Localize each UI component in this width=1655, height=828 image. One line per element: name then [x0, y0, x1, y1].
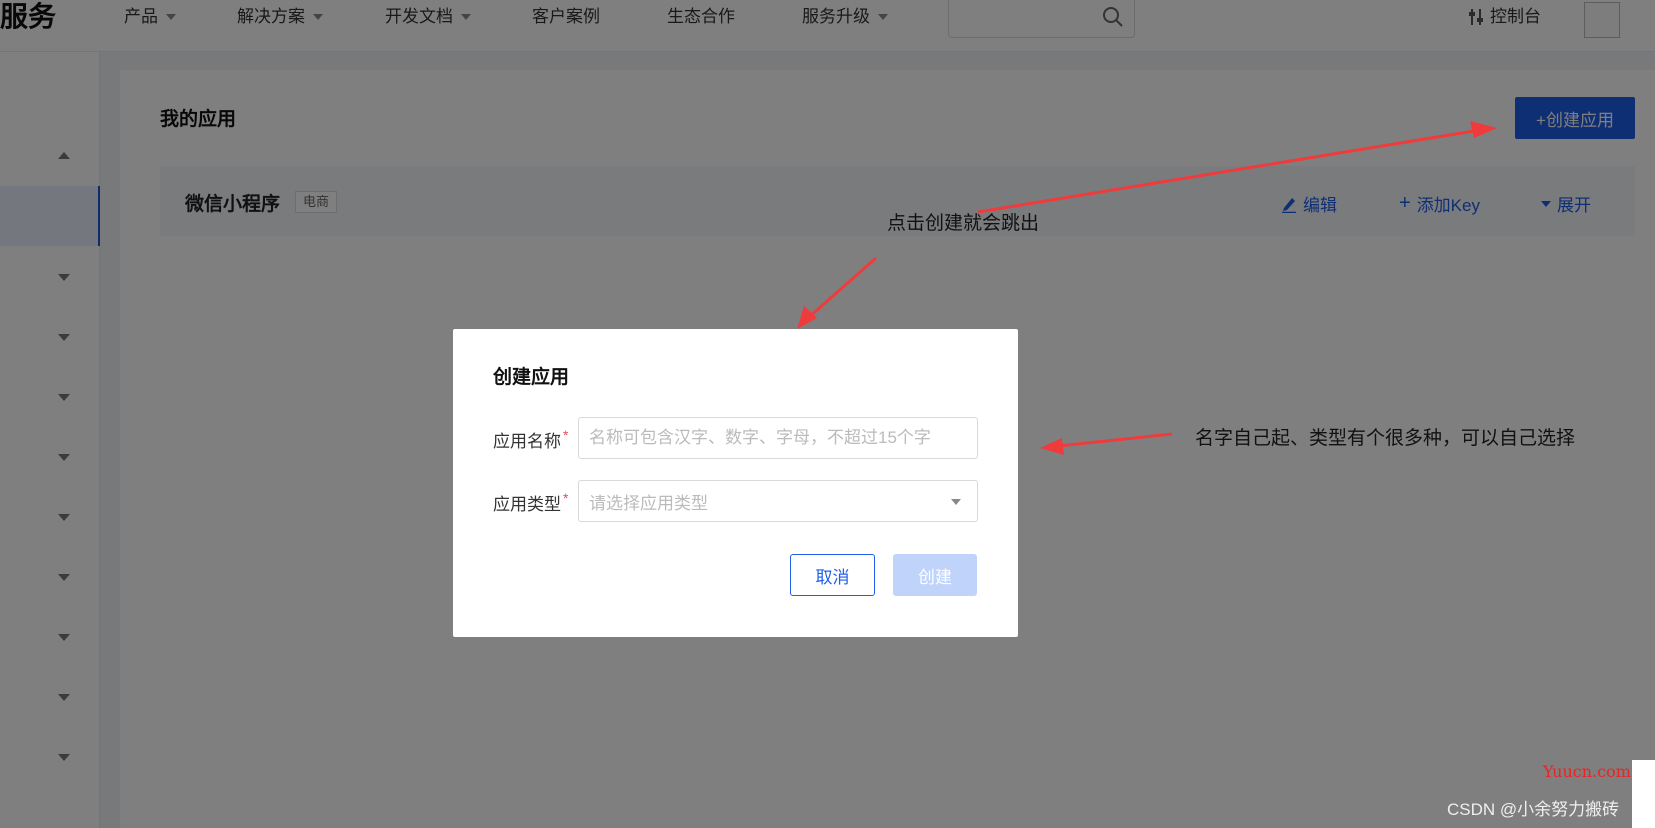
chevron-down-icon — [951, 499, 961, 505]
create-app-dialog: 创建应用 应用名称* 应用类型* 请选择应用类型 取消 创建 — [453, 329, 1018, 637]
app-type-placeholder: 请选择应用类型 — [589, 493, 708, 513]
app-name-label: 应用名称 * — [493, 427, 568, 452]
dialog-title: 创建应用 — [493, 367, 570, 388]
cancel-button[interactable]: 取消 — [790, 554, 875, 596]
create-button[interactable]: 创建 — [893, 554, 977, 596]
app-type-label: 应用类型 * — [493, 490, 568, 515]
app-type-select[interactable]: 请选择应用类型 — [578, 480, 978, 522]
required-mark: * — [563, 427, 569, 443]
site-watermark: Yuucn.com — [1543, 762, 1631, 781]
annotation-note-2: 名字自己起、类型有个很多种，可以自己选择 — [1195, 428, 1576, 449]
app-type-label-text: 应用类型 — [493, 495, 561, 514]
corner-box — [1632, 760, 1655, 828]
annotation-note-1: 点击创建就会跳出 — [887, 213, 1040, 234]
app-name-input[interactable] — [578, 417, 978, 459]
required-mark: * — [563, 490, 569, 506]
app-name-label-text: 应用名称 — [493, 432, 561, 451]
csdn-watermark: CSDN @小余努力搬砖 — [1447, 800, 1620, 819]
